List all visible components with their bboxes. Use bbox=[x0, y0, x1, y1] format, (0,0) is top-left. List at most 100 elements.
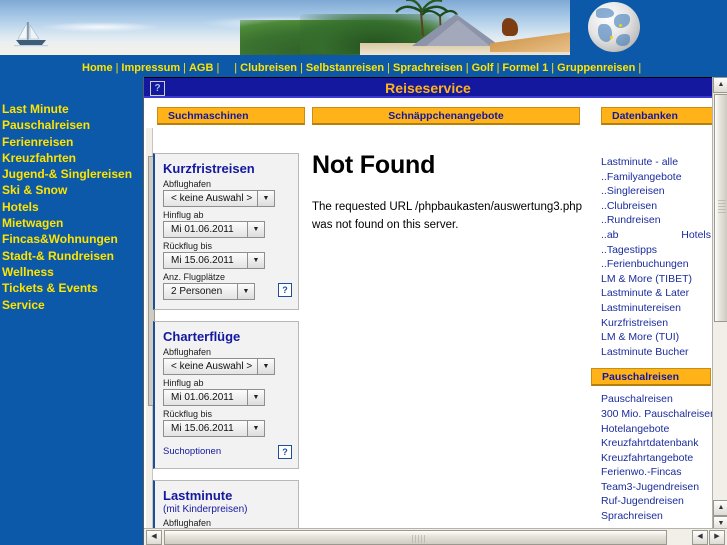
chevron-down-icon[interactable]: ▼ bbox=[247, 252, 265, 269]
chevron-down-icon[interactable]: ▼ bbox=[257, 190, 275, 207]
chevron-down-icon[interactable]: ▼ bbox=[247, 389, 265, 406]
cloud-decoration bbox=[40, 22, 160, 32]
menu-separator: | bbox=[551, 62, 555, 74]
topmenu-item-sprachreisen[interactable]: Sprachreisen bbox=[393, 62, 463, 74]
sidebar-item-stadt-rundreisen[interactable]: Stadt-& Rundreisen bbox=[2, 248, 143, 264]
sidebar-item-ski-snow[interactable]: Ski & Snow bbox=[2, 182, 143, 198]
menu-separator: | bbox=[216, 62, 220, 74]
sidebar-item-tickets-events[interactable]: Tickets & Events bbox=[2, 280, 143, 296]
menu-separator: | bbox=[234, 62, 238, 74]
chevron-down-icon[interactable]: ▼ bbox=[247, 420, 265, 437]
link-ferienwo-fincas[interactable]: Ferienwo.-Fincas bbox=[601, 465, 711, 480]
link-hotels[interactable]: Hotels bbox=[681, 228, 711, 243]
link-lastminute-later[interactable]: Lastminute & Later bbox=[601, 286, 711, 301]
sailboat-icon bbox=[14, 22, 48, 47]
link-300-mio-pauschalreisen[interactable]: 300 Mio. Pauschalreisen bbox=[601, 407, 712, 422]
link-team3-jugendreisen[interactable]: Team3-Jugendreisen bbox=[601, 480, 711, 495]
section-header-pauschalreisen[interactable]: Pauschalreisen bbox=[591, 368, 711, 387]
sidebar-item-kreuzfahrten[interactable]: Kreuzfahrten bbox=[2, 150, 143, 166]
vertical-scrollbar-thumb[interactable] bbox=[714, 94, 727, 322]
airport-select-charter[interactable]: < keine Auswahl > ▼ bbox=[163, 358, 290, 375]
menu-separator: | bbox=[300, 62, 303, 74]
link-lastminute-bucher[interactable]: Lastminute Bucher bbox=[601, 345, 711, 360]
help-question-icon-kurzfrist[interactable]: ? bbox=[278, 283, 292, 297]
main-content-column: Not Found The requested URL /phpbaukaste… bbox=[312, 126, 592, 246]
link-kreuzfahrtdatenbank[interactable]: Kreuzfahrtdatenbank bbox=[601, 436, 711, 451]
scroll-up-icon-bottom[interactable]: ▲ bbox=[713, 500, 727, 516]
sidebar-item-fincas-wohnungen[interactable]: Fincas&Wohnungen bbox=[2, 231, 143, 247]
topmenu-item-selbstanreisen[interactable]: Selbstanreisen bbox=[306, 62, 384, 74]
chevron-down-icon[interactable]: ▼ bbox=[247, 221, 265, 238]
lastminute-form: Lastminute (mit Kinderpreisen) Abflughaf… bbox=[153, 480, 299, 532]
airport-select-kurzfrist[interactable]: < keine Auswahl > ▼ bbox=[163, 190, 290, 207]
outbound-date-value: Mi 01.06.2011 bbox=[163, 389, 247, 406]
topmenu-item-home[interactable]: Home bbox=[82, 62, 113, 74]
link-sprachreisen[interactable]: Sprachreisen bbox=[601, 509, 711, 524]
return-date-select-charter[interactable]: Mi 15.06.2011 ▼ bbox=[163, 420, 290, 437]
link-lastminutereisen[interactable]: Lastminutereisen bbox=[601, 301, 711, 316]
outbound-date-select-charter[interactable]: Mi 01.06.2011 ▼ bbox=[163, 389, 290, 406]
outbound-date-value: Mi 01.06.2011 bbox=[163, 221, 247, 238]
tab-suchmaschinen[interactable]: Suchmaschinen bbox=[157, 107, 305, 125]
site-banner bbox=[0, 0, 727, 57]
form-subtitle-lastminute: (mit Kinderpreisen) bbox=[163, 504, 248, 515]
menu-separator: | bbox=[465, 62, 469, 74]
sidebar-item-service[interactable]: Service bbox=[2, 297, 143, 313]
form-title-charterfluege: Charterflüge bbox=[163, 329, 241, 344]
link-kurzfristreisen[interactable]: Kurzfristreisen bbox=[601, 316, 711, 331]
sidebar-item-jugend-singlereisen[interactable]: Jugend-& Singlereisen bbox=[2, 166, 143, 182]
link-pauschalreisen[interactable]: Pauschalreisen bbox=[601, 392, 711, 407]
topmenu-item-agb[interactable]: AGB bbox=[189, 62, 213, 74]
topmenu-item-golf[interactable]: Golf bbox=[472, 62, 494, 74]
link-ruf-jugendreisen[interactable]: Ruf-Jugendreisen bbox=[601, 494, 711, 509]
outbound-date-select-kurzfrist[interactable]: Mi 01.06.2011 ▼ bbox=[163, 221, 290, 238]
link-lastminute-alle[interactable]: Lastminute - alle bbox=[601, 155, 711, 170]
tab-schnaeppchenangebote[interactable]: Schnäppchenangebote bbox=[312, 107, 580, 125]
chevron-down-icon[interactable]: ▼ bbox=[257, 358, 275, 375]
link-rundreisen[interactable]: ..Rundreisen bbox=[601, 213, 711, 228]
search-forms-column: Kurzfristreisen Abflughafen < keine Ausw… bbox=[153, 126, 303, 545]
topmenu-item-impressum[interactable]: Impressum bbox=[121, 62, 180, 74]
return-date-select-kurzfrist[interactable]: Mi 15.06.2011 ▼ bbox=[163, 252, 290, 269]
topmenu-item-gruppenreisen[interactable]: Gruppenreisen bbox=[557, 62, 635, 74]
link-lm-more-tibet[interactable]: LM & More (TIBET) bbox=[601, 272, 711, 287]
link-familyangebote[interactable]: ..Familyangebote bbox=[601, 170, 711, 185]
link-ab[interactable]: ..ab bbox=[601, 228, 619, 243]
vertical-scrollbar[interactable]: ▲ ▲ ▼ bbox=[712, 77, 727, 532]
horizontal-scrollbar-thumb[interactable] bbox=[164, 530, 667, 545]
label-hinflug-ab: Hinflug ab bbox=[163, 378, 204, 388]
inner-panel-scrollbar[interactable] bbox=[146, 128, 155, 545]
suchoptionen-link[interactable]: Suchoptionen bbox=[163, 446, 221, 457]
scroll-left-icon-right[interactable]: ◀ bbox=[692, 530, 708, 545]
label-hinflug-ab: Hinflug ab bbox=[163, 210, 204, 220]
sidebar-item-wellness[interactable]: Wellness bbox=[2, 264, 143, 280]
link-clubreisen[interactable]: ..Clubreisen bbox=[601, 199, 711, 214]
link-tagestipps[interactable]: ..Tagestipps bbox=[601, 243, 711, 258]
scroll-up-icon[interactable]: ▲ bbox=[713, 77, 727, 93]
scroll-left-icon[interactable]: ◀ bbox=[146, 530, 162, 545]
sidebar-item-last-minute[interactable]: Last Minute bbox=[2, 101, 143, 117]
pyramid-silhouette bbox=[426, 20, 490, 46]
help-question-icon-charter[interactable]: ? bbox=[278, 445, 292, 459]
menu-separator: | bbox=[387, 62, 390, 74]
link-ferienbuchungen[interactable]: ..Ferienbuchungen bbox=[601, 257, 711, 272]
sidebar-item-ferienreisen[interactable]: Ferienreisen bbox=[2, 134, 143, 150]
topmenu-item-clubreisen[interactable]: Clubreisen bbox=[240, 62, 297, 74]
label-abflughafen: Abflughafen bbox=[163, 179, 212, 189]
link-singlereisen[interactable]: ..Singlereisen bbox=[601, 184, 711, 199]
link-lm-more-tui[interactable]: LM & More (TUI) bbox=[601, 330, 711, 345]
horizontal-scrollbar[interactable]: ◀ ◀ ▶ bbox=[144, 528, 727, 545]
tab-datenbanken[interactable]: Datenbanken bbox=[601, 107, 712, 125]
link-kreuzfahrtangebote[interactable]: Kreuzfahrtangebote bbox=[601, 451, 711, 466]
passengers-select-kurzfrist[interactable]: 2 Personen ▼ bbox=[163, 283, 290, 300]
topmenu-item-formel1[interactable]: Formel 1 bbox=[502, 62, 548, 74]
error-heading: Not Found bbox=[312, 151, 436, 179]
sidebar-item-mietwagen[interactable]: Mietwagen bbox=[2, 215, 143, 231]
sidebar-item-hotels[interactable]: Hotels bbox=[2, 199, 143, 215]
sidebar-item-pauschalreisen[interactable]: Pauschalreisen bbox=[2, 117, 143, 133]
chevron-down-icon[interactable]: ▼ bbox=[237, 283, 255, 300]
bottom-left-filler bbox=[0, 528, 143, 545]
label-rueckflug-bis: Rückflug bis bbox=[163, 241, 213, 251]
scroll-right-icon[interactable]: ▶ bbox=[709, 530, 725, 545]
link-hotelangebote[interactable]: Hotelangebote bbox=[601, 422, 711, 437]
